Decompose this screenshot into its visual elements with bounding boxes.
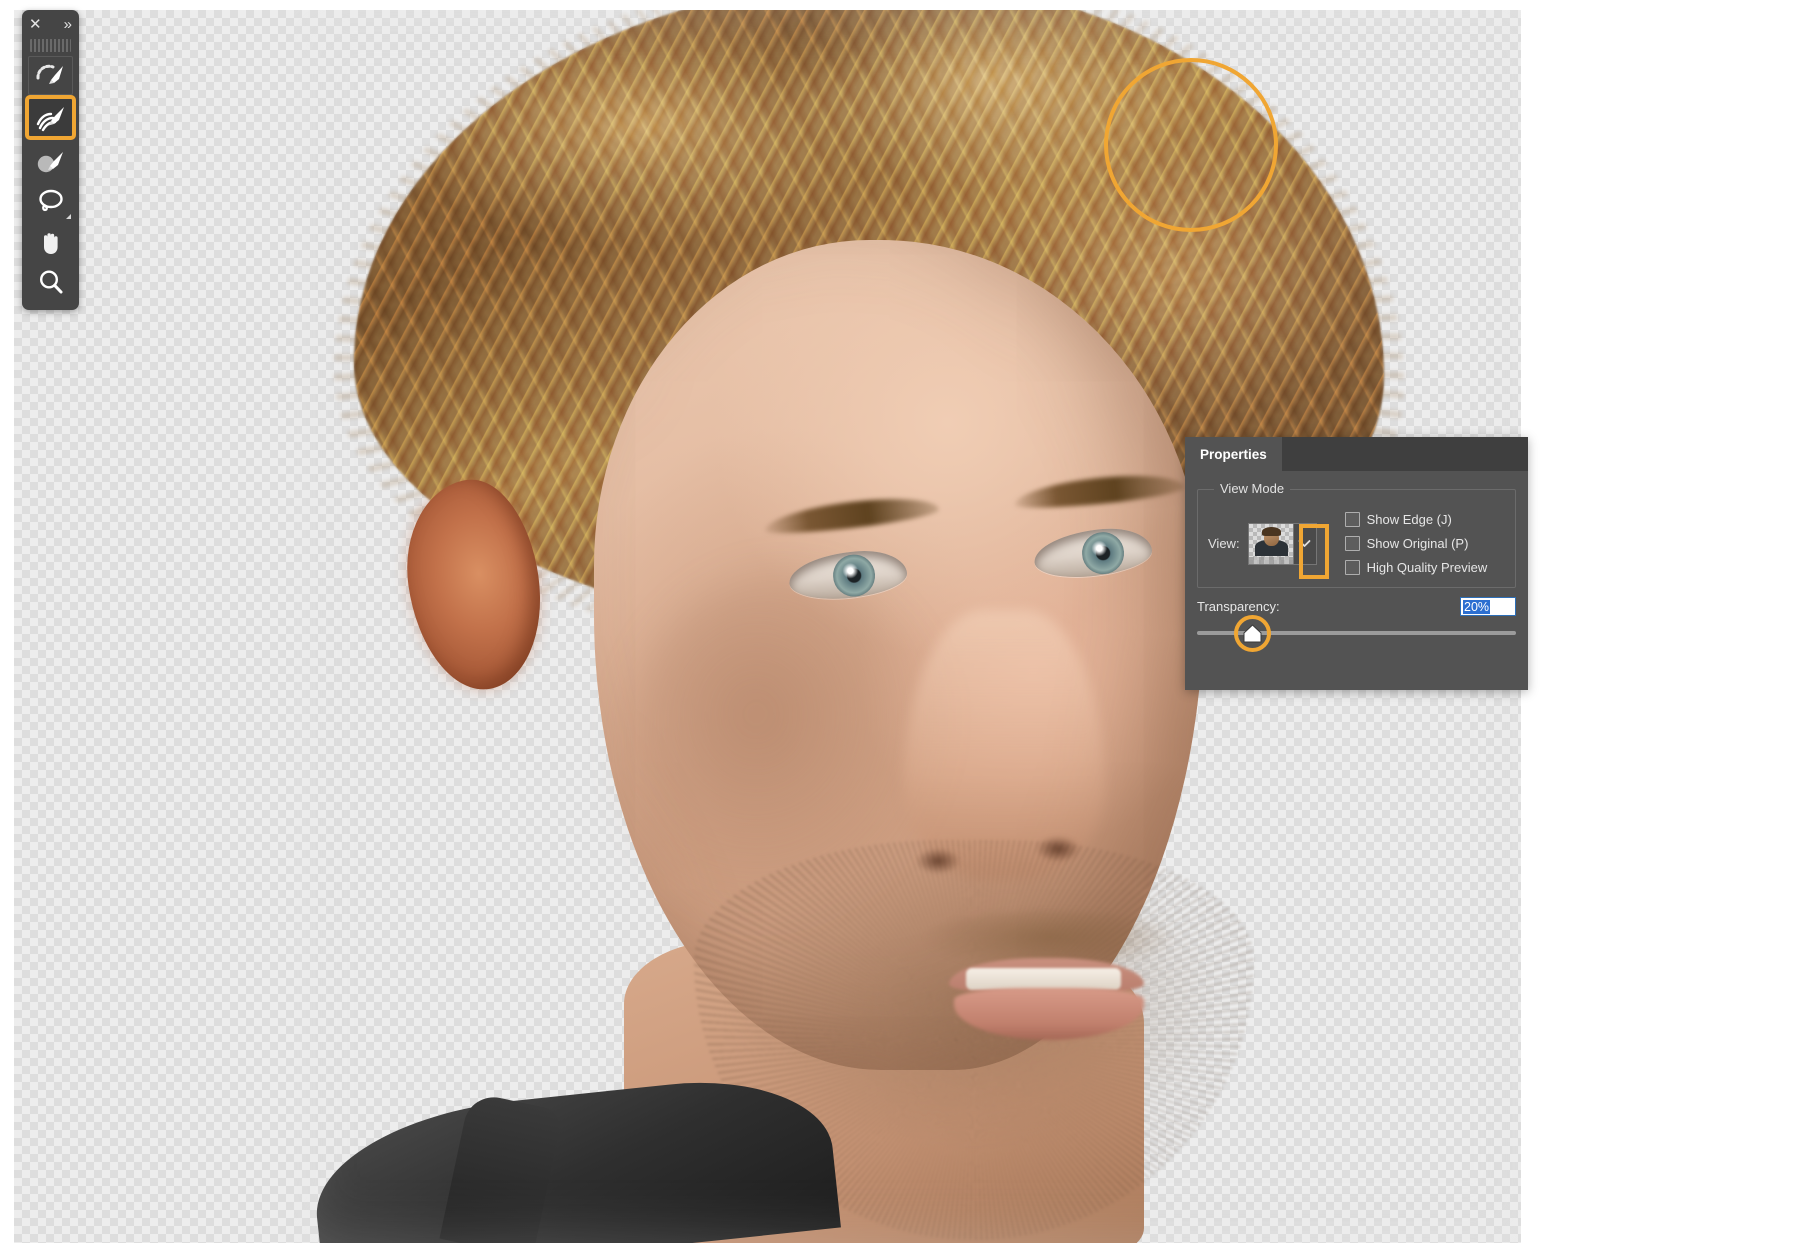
view-mode-selector[interactable] xyxy=(1247,522,1317,565)
lasso-icon xyxy=(36,188,66,216)
checkbox-high-quality-preview[interactable]: High Quality Preview xyxy=(1344,560,1488,575)
view-mode-checkbox-list: Show Edge (J) Show Original (P) High Qua… xyxy=(1344,512,1488,575)
iris-left xyxy=(831,553,877,598)
tool-zoom[interactable] xyxy=(28,262,73,301)
checkbox-show-edge[interactable]: Show Edge (J) xyxy=(1344,512,1488,527)
brush-cursor-ring xyxy=(1104,58,1278,232)
checkbox-label-show-original: Show Original (P) xyxy=(1366,536,1469,551)
tab-properties[interactable]: Properties xyxy=(1185,437,1282,471)
transparency-input[interactable]: 20% xyxy=(1460,597,1516,616)
tool-brush[interactable] xyxy=(28,142,73,181)
tool-group-indicator-icon xyxy=(66,214,71,219)
checkbox-show-original[interactable]: Show Original (P) xyxy=(1344,536,1488,551)
transparency-row: Transparency: 20% xyxy=(1197,597,1516,616)
slider-thumb-highlight-ring xyxy=(1234,615,1271,652)
slider-thumb[interactable] xyxy=(1234,615,1271,652)
view-mode-group: View Mode View: Show Edge (J) Show Origi… xyxy=(1197,481,1516,588)
checkbox-label-high-quality-preview: High Quality Preview xyxy=(1366,560,1488,575)
dashed-brush-icon xyxy=(35,62,66,90)
thumbnail-hair xyxy=(1261,526,1281,536)
magnifier-icon xyxy=(37,268,65,296)
refine-edge-brush-icon xyxy=(35,104,67,132)
clothing xyxy=(307,1068,841,1243)
tool-hand[interactable] xyxy=(28,222,73,261)
view-mode-legend: View Mode xyxy=(1214,481,1291,496)
checkbox-label-show-edge: Show Edge (J) xyxy=(1366,512,1452,527)
panel-body: View Mode View: Show Edge (J) Show Origi… xyxy=(1185,471,1528,588)
view-mode-thumbnail[interactable] xyxy=(1248,523,1293,564)
tool-lasso[interactable] xyxy=(28,182,73,221)
panel-tab-bar: Properties xyxy=(1185,437,1528,471)
view-mode-dropdown-button[interactable] xyxy=(1292,523,1316,564)
checkbox-box-high-quality-preview[interactable] xyxy=(1344,560,1360,575)
checkbox-box-show-original[interactable] xyxy=(1344,536,1360,551)
brush-icon xyxy=(36,148,66,176)
transparency-slider[interactable] xyxy=(1197,615,1516,654)
thumbnail-bottom-strip xyxy=(1248,556,1293,564)
view-row: View: Show Edge (J) Show Original (P) Hi… xyxy=(1208,512,1505,575)
checkbox-box-show-edge[interactable] xyxy=(1344,512,1360,527)
view-label: View: xyxy=(1208,536,1240,551)
hand-icon xyxy=(37,228,65,256)
tools-panel[interactable]: ✕ » xyxy=(22,10,79,310)
chevron-down-icon xyxy=(1298,536,1311,551)
close-icon[interactable]: ✕ xyxy=(29,17,42,32)
transparency-section: Transparency: 20% xyxy=(1185,597,1528,654)
properties-panel[interactable]: Properties View Mode View: Show Edge (J)… xyxy=(1185,437,1528,690)
drag-handle-icon[interactable] xyxy=(30,39,71,52)
teeth xyxy=(966,968,1121,990)
tool-quick-selection[interactable] xyxy=(28,56,73,95)
collapse-chevrons-icon[interactable]: » xyxy=(64,17,72,32)
transparency-value: 20% xyxy=(1463,599,1491,614)
tool-refine-edge-brush[interactable] xyxy=(25,95,76,140)
iris-right xyxy=(1080,530,1126,576)
toolbar-header: ✕ » xyxy=(22,10,79,38)
transparency-label: Transparency: xyxy=(1197,599,1280,614)
